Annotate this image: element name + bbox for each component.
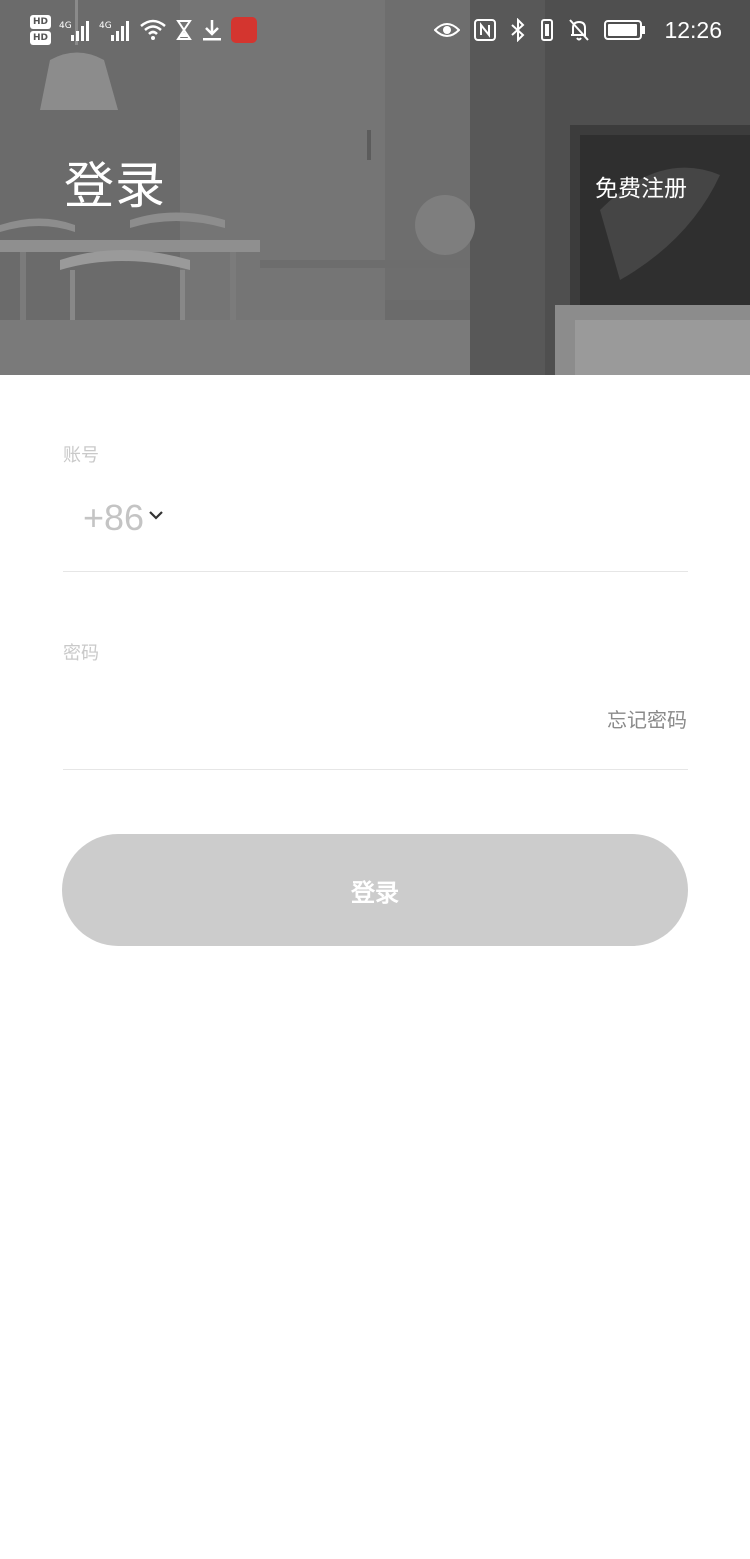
signal-4g-icon: 4G (59, 21, 90, 41)
sim-indicators: HD HD (30, 15, 52, 45)
password-input[interactable] (63, 692, 587, 746)
country-code-selector[interactable]: +86 (83, 497, 164, 539)
bluetooth-icon (511, 18, 525, 42)
register-link[interactable]: 免费注册 (595, 172, 687, 206)
account-input[interactable] (180, 492, 689, 550)
account-label: 账号 (63, 445, 99, 466)
password-label: 密码 (63, 643, 99, 664)
signal-4g-icon: 4G (99, 21, 130, 41)
mute-bell-icon (569, 19, 590, 41)
status-time: 12:26 (664, 16, 722, 43)
nfc-icon (474, 19, 497, 41)
password-divider (63, 769, 688, 770)
account-divider (63, 571, 688, 572)
status-bar-left: HD HD 4G 4G (30, 8, 258, 52)
chevron-down-icon (149, 511, 163, 520)
svg-text:4G: 4G (59, 21, 72, 31)
battery-icon (604, 20, 646, 40)
svg-text:4G: 4G (99, 21, 112, 31)
vibrate-icon (541, 19, 554, 41)
hourglass-icon (176, 20, 192, 40)
wifi-icon (140, 19, 166, 40)
status-bar-right: 12:26 (434, 10, 722, 50)
page-title: 登录 (64, 157, 166, 215)
country-code-value: +86 (83, 497, 145, 538)
forgot-password-link[interactable]: 忘记密码 (607, 704, 687, 733)
download-icon (203, 20, 222, 41)
status-bar: HD HD 4G 4G 12:26 (0, 0, 750, 62)
eye-comfort-icon (434, 23, 461, 37)
app-notification-icon (231, 17, 258, 43)
hd-sim1-icon: HD (30, 15, 52, 29)
login-button[interactable]: 登录 (62, 834, 688, 946)
hd-sim2-icon: HD (30, 31, 52, 45)
